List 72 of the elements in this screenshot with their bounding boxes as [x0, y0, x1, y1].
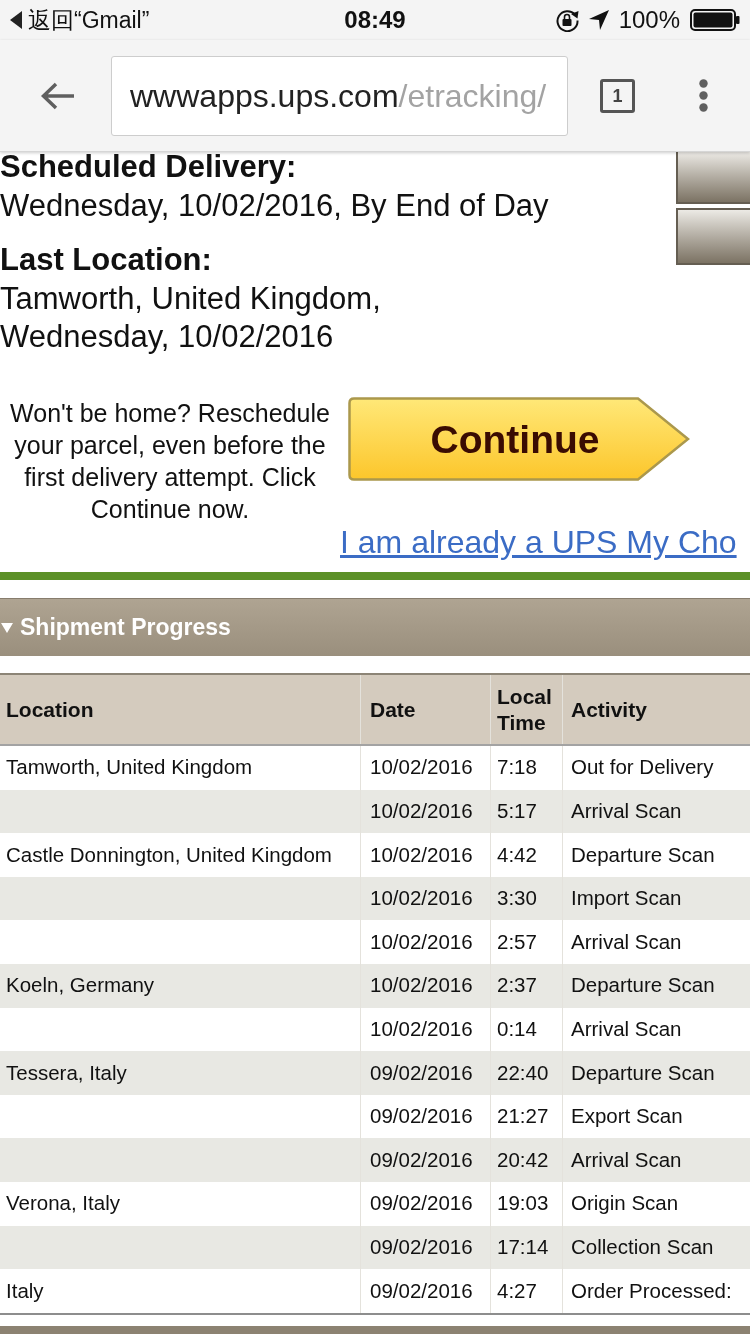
- table-cell-text: 20:42: [497, 1146, 549, 1173]
- side-button[interactable]: [676, 152, 750, 204]
- table-cell-text: 09/02/2016: [370, 1190, 473, 1217]
- my-choice-link[interactable]: I am already a UPS My Cho: [340, 525, 737, 559]
- side-button[interactable]: [676, 208, 750, 265]
- caret-icon[interactable]: [1, 622, 13, 633]
- section-title: Shipment Progress: [20, 613, 231, 643]
- table-cell-text: Tamworth, United Kingdom: [6, 754, 253, 781]
- table-cell-text: 7:18: [497, 754, 537, 781]
- table-cell-text: Export Scan: [571, 1103, 683, 1130]
- table-cell-text: Italy: [6, 1277, 44, 1304]
- table-cell-text: 19:03: [497, 1190, 549, 1217]
- table-cell-text: 21:27: [497, 1103, 549, 1130]
- table-cell-text: Verona, Italy: [6, 1190, 120, 1217]
- continue-button[interactable]: Continue: [348, 397, 690, 481]
- table-cell-text: 09/02/2016: [370, 1059, 473, 1086]
- table-cell-text: 10/02/2016: [370, 841, 473, 868]
- last-location-value: Tamworth, United Kingdom,: [0, 280, 382, 318]
- table-cell-text: 4:27: [497, 1277, 537, 1304]
- url-field[interactable]: wwwapps.ups.com/etracking/: [111, 55, 568, 136]
- tab-count-button[interactable]: 1: [600, 78, 635, 113]
- table-cell-text: 09/02/2016: [370, 1277, 473, 1304]
- scheduled-delivery-label: Scheduled Delivery:: [0, 152, 298, 182]
- rotation-lock-icon: [554, 8, 579, 32]
- table-cell-text: Arrival Scan: [571, 928, 682, 955]
- column-header: Activity: [571, 696, 647, 723]
- column-header: Location: [6, 696, 94, 723]
- table-cell-text: Collection Scan: [571, 1233, 714, 1260]
- clock-time: 08:49: [344, 6, 406, 34]
- table-cell-text: 09/02/2016: [370, 1233, 473, 1260]
- table-cell-text: 10/02/2016: [370, 928, 473, 955]
- table-cell-text: Departure Scan: [571, 1059, 715, 1086]
- table-cell-text: Castle Donnington, United Kingdom: [6, 841, 332, 868]
- column-header: Local Time: [497, 683, 553, 736]
- table-cell-text: 5:17: [497, 798, 537, 824]
- table-cell-text: 09/02/2016: [370, 1146, 473, 1173]
- table-cell-text: Order Processed:: [571, 1277, 732, 1304]
- table-cell-text: Out for Delivery: [571, 754, 714, 781]
- table-cell-text: 17:14: [497, 1233, 549, 1260]
- table-cell-text: 10/02/2016: [370, 885, 473, 912]
- menu-icon[interactable]: [699, 79, 708, 112]
- last-location-value: Wednesday, 10/02/2016: [0, 318, 335, 356]
- table-cell-text: 10/02/2016: [370, 1016, 473, 1042]
- table-cell-text: 10/02/2016: [370, 798, 473, 824]
- table-cell-text: Import Scan: [571, 885, 682, 912]
- table-cell-text: Departure Scan: [571, 841, 715, 868]
- reschedule-message: Won't be home? Reschedule your parcel, even before the first delivery attempt. Click Continue now.: [9, 398, 331, 525]
- location-arrow-icon: [588, 10, 609, 30]
- table-cell-text: Koeln, Germany: [6, 972, 155, 999]
- last-location-label: Last Location:: [0, 241, 213, 279]
- triangle-icon: [10, 11, 22, 29]
- table-cell-text: 22:40: [497, 1059, 549, 1086]
- back-arrow-icon[interactable]: [40, 80, 75, 111]
- table-cell-text: 09/02/2016: [370, 1103, 473, 1130]
- table-cell-text: Arrival Scan: [571, 798, 682, 824]
- table-cell-text: 3:30: [497, 885, 537, 912]
- table-cell-text: Arrival Scan: [571, 1016, 682, 1042]
- table-cell-text: 2:57: [497, 928, 537, 955]
- battery-icon: [690, 9, 740, 31]
- table-cell-text: Departure Scan: [571, 972, 715, 999]
- table-cell-text: 4:42: [497, 841, 537, 868]
- table-cell-text: 10/02/2016: [370, 972, 473, 999]
- table-cell-text: 2:37: [497, 972, 537, 999]
- battery-percent: 100%: [618, 6, 680, 34]
- column-header: Date: [370, 696, 416, 723]
- table-cell-text: Origin Scan: [571, 1190, 679, 1217]
- back-to-app-link[interactable]: 返回“Gmail”: [10, 6, 150, 34]
- scheduled-delivery-value: Wednesday, 10/02/2016, By End of Day: [0, 187, 550, 225]
- table-cell-text: Tessera, Italy: [6, 1059, 127, 1086]
- table-cell-text: 0:14: [497, 1016, 537, 1042]
- table-cell-text: Arrival Scan: [571, 1146, 682, 1173]
- table-cell-text: 10/02/2016: [370, 754, 473, 781]
